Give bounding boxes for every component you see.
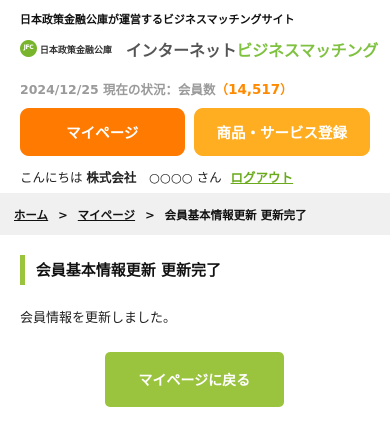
jfc-logo-icon: JFC <box>20 40 37 57</box>
product-service-register-button[interactable]: 商品・サービス登録 <box>194 108 370 156</box>
site-name-part2: ビジネスマッチング <box>236 41 379 60</box>
logout-link[interactable]: ログアウト <box>231 170 294 185</box>
greeting-san: さん <box>196 170 222 185</box>
jfc-name: 日本政策金融公庫 <box>40 46 113 56</box>
back-to-mypage-button[interactable]: マイページに戻る <box>105 352 284 407</box>
greeting-hello: こんにちは <box>20 170 83 185</box>
breadcrumb-bar: ホーム > マイページ > 会員基本情報更新 更新完了 <box>0 193 390 235</box>
mypage-button[interactable]: マイページ <box>20 108 185 156</box>
site-name-part1: インターネット <box>126 41 237 60</box>
site-name: インターネットビジネスマッチング <box>126 37 379 61</box>
breadcrumb-separator: > <box>145 208 155 222</box>
breadcrumb-separator: > <box>58 208 68 222</box>
member-count: 14,517 <box>228 82 281 98</box>
site-tagline: 日本政策金融公庫が運営するビジネスマッチングサイト <box>20 13 295 26</box>
site-brand[interactable]: JFC 日本政策金融公庫 インターネットビジネスマッチング <box>20 36 379 62</box>
status-prefix: 2024/12/25 現在の状況：会員数 <box>20 82 216 97</box>
breadcrumb-current: 会員基本情報更新 更新完了 <box>164 208 307 222</box>
greeting: こんにちは 株式会社 ○○○○ さん ログアウト <box>20 167 293 186</box>
breadcrumb: ホーム > マイページ > 会員基本情報更新 更新完了 <box>14 207 307 223</box>
page-title: 会員基本情報更新 更新完了 <box>20 255 370 285</box>
company-name: 株式会社 ○○○○ <box>86 170 193 185</box>
breadcrumb-home[interactable]: ホーム <box>14 208 48 222</box>
member-status: 2024/12/25 現在の状況：会員数（14,517） <box>20 82 293 98</box>
breadcrumb-mypage[interactable]: マイページ <box>78 208 135 222</box>
update-complete-message: 会員情報を更新しました。 <box>20 311 177 326</box>
